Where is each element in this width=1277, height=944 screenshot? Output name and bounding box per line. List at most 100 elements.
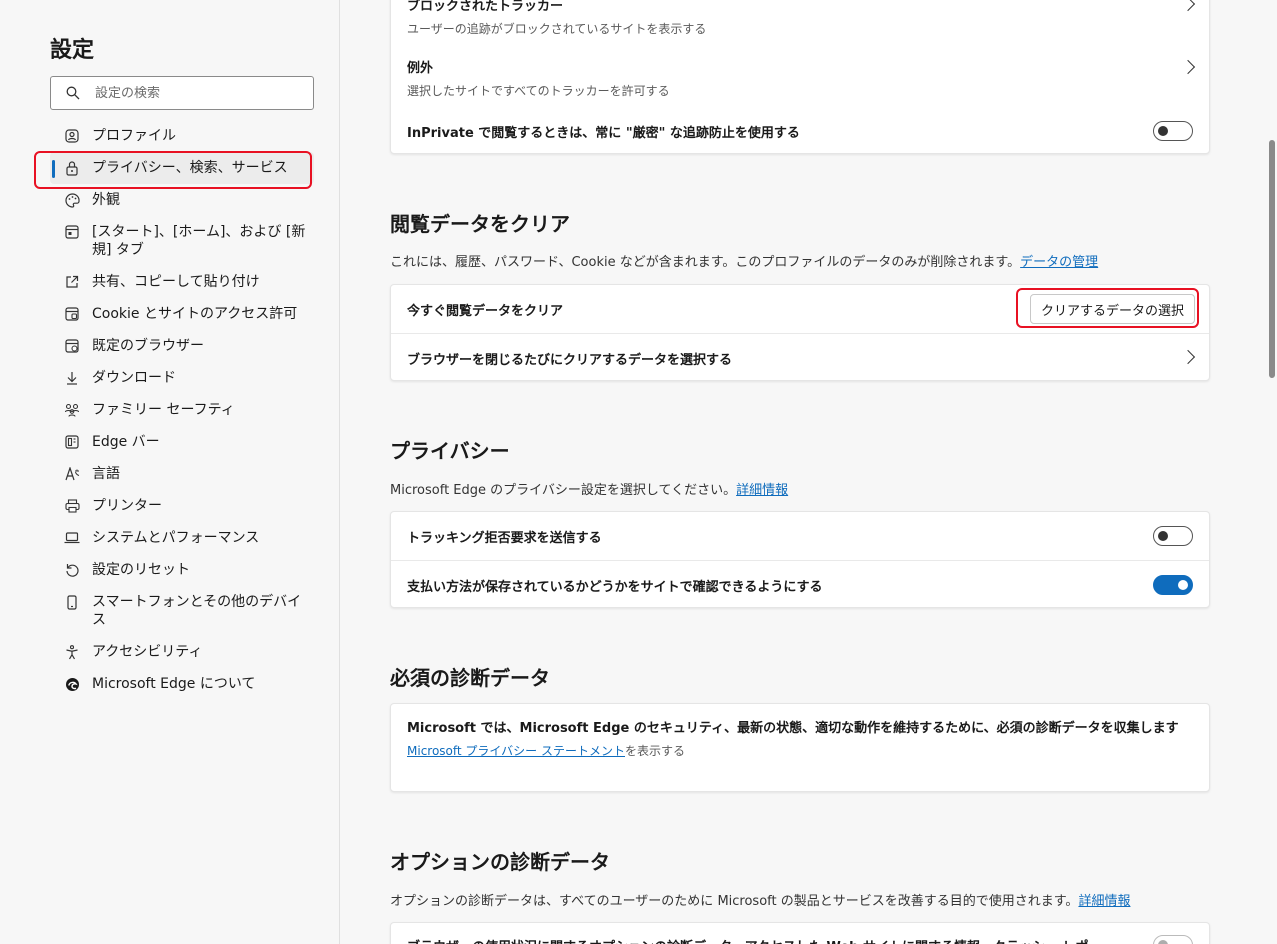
sidebar-item-profile[interactable]: プロファイル bbox=[50, 120, 314, 152]
payment-row: 支払い方法が保存されているかどうかをサイトで確認できるようにする bbox=[391, 560, 1209, 607]
optional-learn-more-link[interactable]: 詳細情報 bbox=[1078, 894, 1130, 909]
clear-data-desc: これには、履歴、パスワード、Cookie などが含まれます。このプロファイルのデ… bbox=[390, 251, 1098, 270]
payment-label: 支払い方法が保存されているかどうかをサイトで確認できるようにする bbox=[407, 580, 823, 595]
sidebar-item-printer[interactable]: プリンター bbox=[50, 490, 314, 522]
clear-on-close-row[interactable]: ブラウザーを閉じるたびにクリアするデータを選択する bbox=[391, 333, 1209, 380]
privacy-heading: プライバシー bbox=[390, 439, 510, 463]
exceptions-desc: 選択したサイトですべてのトラッカーを許可する bbox=[407, 84, 670, 98]
sidebar-item-label: 共有、コピーして貼り付け bbox=[92, 274, 260, 290]
sidebar-item-language[interactable]: 言語 bbox=[50, 458, 314, 490]
laptop-icon bbox=[64, 529, 80, 547]
clear-data-desc-text: これには、履歴、パスワード、Cookie などが含まれます。このプロファイルのデ… bbox=[390, 255, 1021, 270]
sidebar-item-reset[interactable]: 設定のリセット bbox=[50, 554, 314, 586]
optional-diag-heading: オプションの診断データ bbox=[390, 850, 610, 874]
blocked-trackers-row[interactable]: ブロックされたトラッカー ユーザーの追跡がブロックされているサイトを表示する bbox=[391, 0, 1209, 45]
sidebar-item-label: ファミリー セーフティ bbox=[92, 402, 235, 418]
required-diag-text: Microsoft では、Microsoft Edge のセキュリティ、最新の状… bbox=[407, 721, 1179, 736]
inprivate-row: InPrivate で閲覧するときは、常に "厳密" な追跡防止を使用する bbox=[391, 109, 1209, 153]
sidebar-item-privacy[interactable]: プライバシー、検索、サービス bbox=[50, 152, 314, 184]
clear-data-card: 今すぐ閲覧データをクリア クリアするデータの選択 ブラウザーを閉じるたびにクリア… bbox=[390, 284, 1210, 381]
page-title: 設定 bbox=[50, 38, 95, 63]
privacy-statement-line: Microsoft プライバシー ステートメントを表示する bbox=[407, 742, 1191, 759]
dnt-row: トラッキング拒否要求を送信する bbox=[391, 512, 1209, 560]
privacy-card: トラッキング拒否要求を送信する 支払い方法が保存されているかどうかをサイトで確認… bbox=[390, 511, 1210, 608]
blocked-trackers-title: ブロックされたトラッカー bbox=[407, 0, 564, 14]
site-permissions-icon bbox=[64, 305, 80, 323]
sidebar-item-downloads[interactable]: ダウンロード bbox=[50, 362, 314, 394]
scrollbar-thumb[interactable] bbox=[1269, 140, 1275, 378]
main-content: ブロックされたトラッカー ユーザーの追跡がブロックされているサイトを表示する 例… bbox=[341, 0, 1263, 944]
scrollbar[interactable] bbox=[1266, 0, 1277, 944]
sidebar-item-label: Edge バー bbox=[92, 434, 160, 450]
manage-data-link[interactable]: データの管理 bbox=[1020, 255, 1098, 270]
lock-icon bbox=[64, 159, 80, 177]
sidebar-item-label: スマートフォンとその他のデバイス bbox=[92, 594, 302, 628]
sidebar-item-cookies[interactable]: Cookie とサイトのアクセス許可 bbox=[50, 298, 314, 330]
search-input[interactable] bbox=[95, 85, 295, 101]
optional-diag-toggle[interactable] bbox=[1153, 935, 1193, 944]
privacy-desc-text: Microsoft Edge のプライバシー設定を選択してください。 bbox=[390, 483, 737, 498]
search-box[interactable] bbox=[50, 76, 314, 110]
sidebar-item-devices[interactable]: スマートフォンとその他のデバイス bbox=[50, 586, 314, 636]
sidebar-item-label: 設定のリセット bbox=[92, 562, 190, 578]
family-icon bbox=[64, 401, 80, 419]
sidebar-item-label: システムとパフォーマンス bbox=[92, 530, 260, 546]
clear-data-heading: 閲覧データをクリア bbox=[390, 212, 570, 236]
privacy-statement-suffix: を表示する bbox=[625, 744, 686, 758]
dnt-label: トラッキング拒否要求を送信する bbox=[407, 531, 602, 546]
required-diag-card: Microsoft では、Microsoft Edge のセキュリティ、最新の状… bbox=[390, 703, 1210, 792]
sidebar-item-about[interactable]: Microsoft Edge について bbox=[50, 668, 314, 700]
inprivate-toggle[interactable] bbox=[1153, 121, 1193, 141]
sidebar-item-label: 言語 bbox=[92, 466, 120, 482]
sidebar-item-new-tab[interactable]: [スタート]、[ホーム]、および [新規] タブ bbox=[50, 216, 314, 266]
optional-diag-desc: オプションの診断データは、すべてのユーザーのために Microsoft の製品と… bbox=[390, 890, 1130, 909]
sidebar-item-label: Cookie とサイトのアクセス許可 bbox=[92, 306, 298, 322]
download-icon bbox=[64, 369, 80, 387]
blocked-trackers-desc: ユーザーの追跡がブロックされているサイトを表示する bbox=[407, 22, 707, 36]
sidebar-item-label: Microsoft Edge について bbox=[92, 676, 256, 692]
sidebar-item-label: プリンター bbox=[92, 498, 162, 514]
tracking-card: ブロックされたトラッカー ユーザーの追跡がブロックされているサイトを表示する 例… bbox=[390, 0, 1210, 154]
sidebar-item-appearance[interactable]: 外観 bbox=[50, 184, 314, 216]
privacy-learn-more-link[interactable]: 詳細情報 bbox=[736, 483, 788, 498]
required-diag-heading: 必須の診断データ bbox=[390, 666, 550, 690]
appearance-icon bbox=[64, 191, 80, 209]
choose-data-button[interactable]: クリアするデータの選択 bbox=[1029, 294, 1195, 324]
exceptions-row[interactable]: 例外 選択したサイトですべてのトラッカーを許可する bbox=[391, 45, 1209, 109]
sidebar-item-label: 既定のブラウザー bbox=[92, 338, 204, 354]
inprivate-label: InPrivate で閲覧するときは、常に "厳密" な追跡防止を使用する bbox=[407, 126, 800, 141]
edge-bar-icon bbox=[64, 433, 80, 451]
sidebar: 設定 プロファイル プライバシー、検索、サービス 外観 [スタート]、[ホーム]… bbox=[0, 0, 340, 944]
sidebar-item-default-browser[interactable]: 既定のブラウザー bbox=[50, 330, 314, 362]
sidebar-item-family[interactable]: ファミリー セーフティ bbox=[50, 394, 314, 426]
language-icon bbox=[64, 465, 80, 483]
sidebar-item-accessibility[interactable]: アクセシビリティ bbox=[50, 636, 314, 668]
privacy-desc: Microsoft Edge のプライバシー設定を選択してください。詳細情報 bbox=[390, 479, 788, 498]
edge-logo-icon bbox=[64, 675, 80, 693]
sidebar-item-edge-bar[interactable]: Edge バー bbox=[50, 426, 314, 458]
payment-toggle[interactable] bbox=[1153, 575, 1193, 595]
default-browser-icon bbox=[64, 337, 80, 355]
printer-icon bbox=[64, 497, 80, 515]
search-icon bbox=[51, 86, 95, 100]
sidebar-item-share[interactable]: 共有、コピーして貼り付け bbox=[50, 266, 314, 298]
exceptions-title: 例外 bbox=[407, 61, 434, 76]
reset-icon bbox=[64, 561, 80, 579]
phone-icon bbox=[64, 593, 80, 611]
sidebar-item-label: ダウンロード bbox=[92, 370, 176, 386]
privacy-statement-link[interactable]: Microsoft プライバシー ステートメント bbox=[407, 744, 625, 758]
sidebar-item-label: アクセシビリティ bbox=[92, 644, 203, 660]
sidebar-item-system[interactable]: システムとパフォーマンス bbox=[50, 522, 314, 554]
optional-diag-desc-text: オプションの診断データは、すべてのユーザーのために Microsoft の製品と… bbox=[390, 894, 1079, 909]
sidebar-item-label: プロファイル bbox=[92, 128, 176, 144]
optional-diag-card: ブラウザーの使用状況に関するオプションの診断データ、アクセスした Web サイト… bbox=[390, 922, 1210, 944]
sidebar-item-label: [スタート]、[ホーム]、および [新規] タブ bbox=[92, 224, 306, 258]
clear-on-close-label: ブラウザーを閉じるたびにクリアするデータを選択する bbox=[407, 353, 733, 368]
optional-diag-row: ブラウザーの使用状況に関するオプションの診断データ、アクセスした Web サイト… bbox=[391, 923, 1209, 944]
dnt-toggle[interactable] bbox=[1153, 526, 1193, 546]
clear-now-row: 今すぐ閲覧データをクリア クリアするデータの選択 bbox=[391, 285, 1209, 333]
share-icon bbox=[64, 273, 80, 291]
sidebar-nav: プロファイル プライバシー、検索、サービス 外観 [スタート]、[ホーム]、およ… bbox=[50, 120, 314, 700]
accessibility-icon bbox=[64, 643, 80, 661]
sidebar-item-label: プライバシー、検索、サービス bbox=[92, 160, 288, 176]
